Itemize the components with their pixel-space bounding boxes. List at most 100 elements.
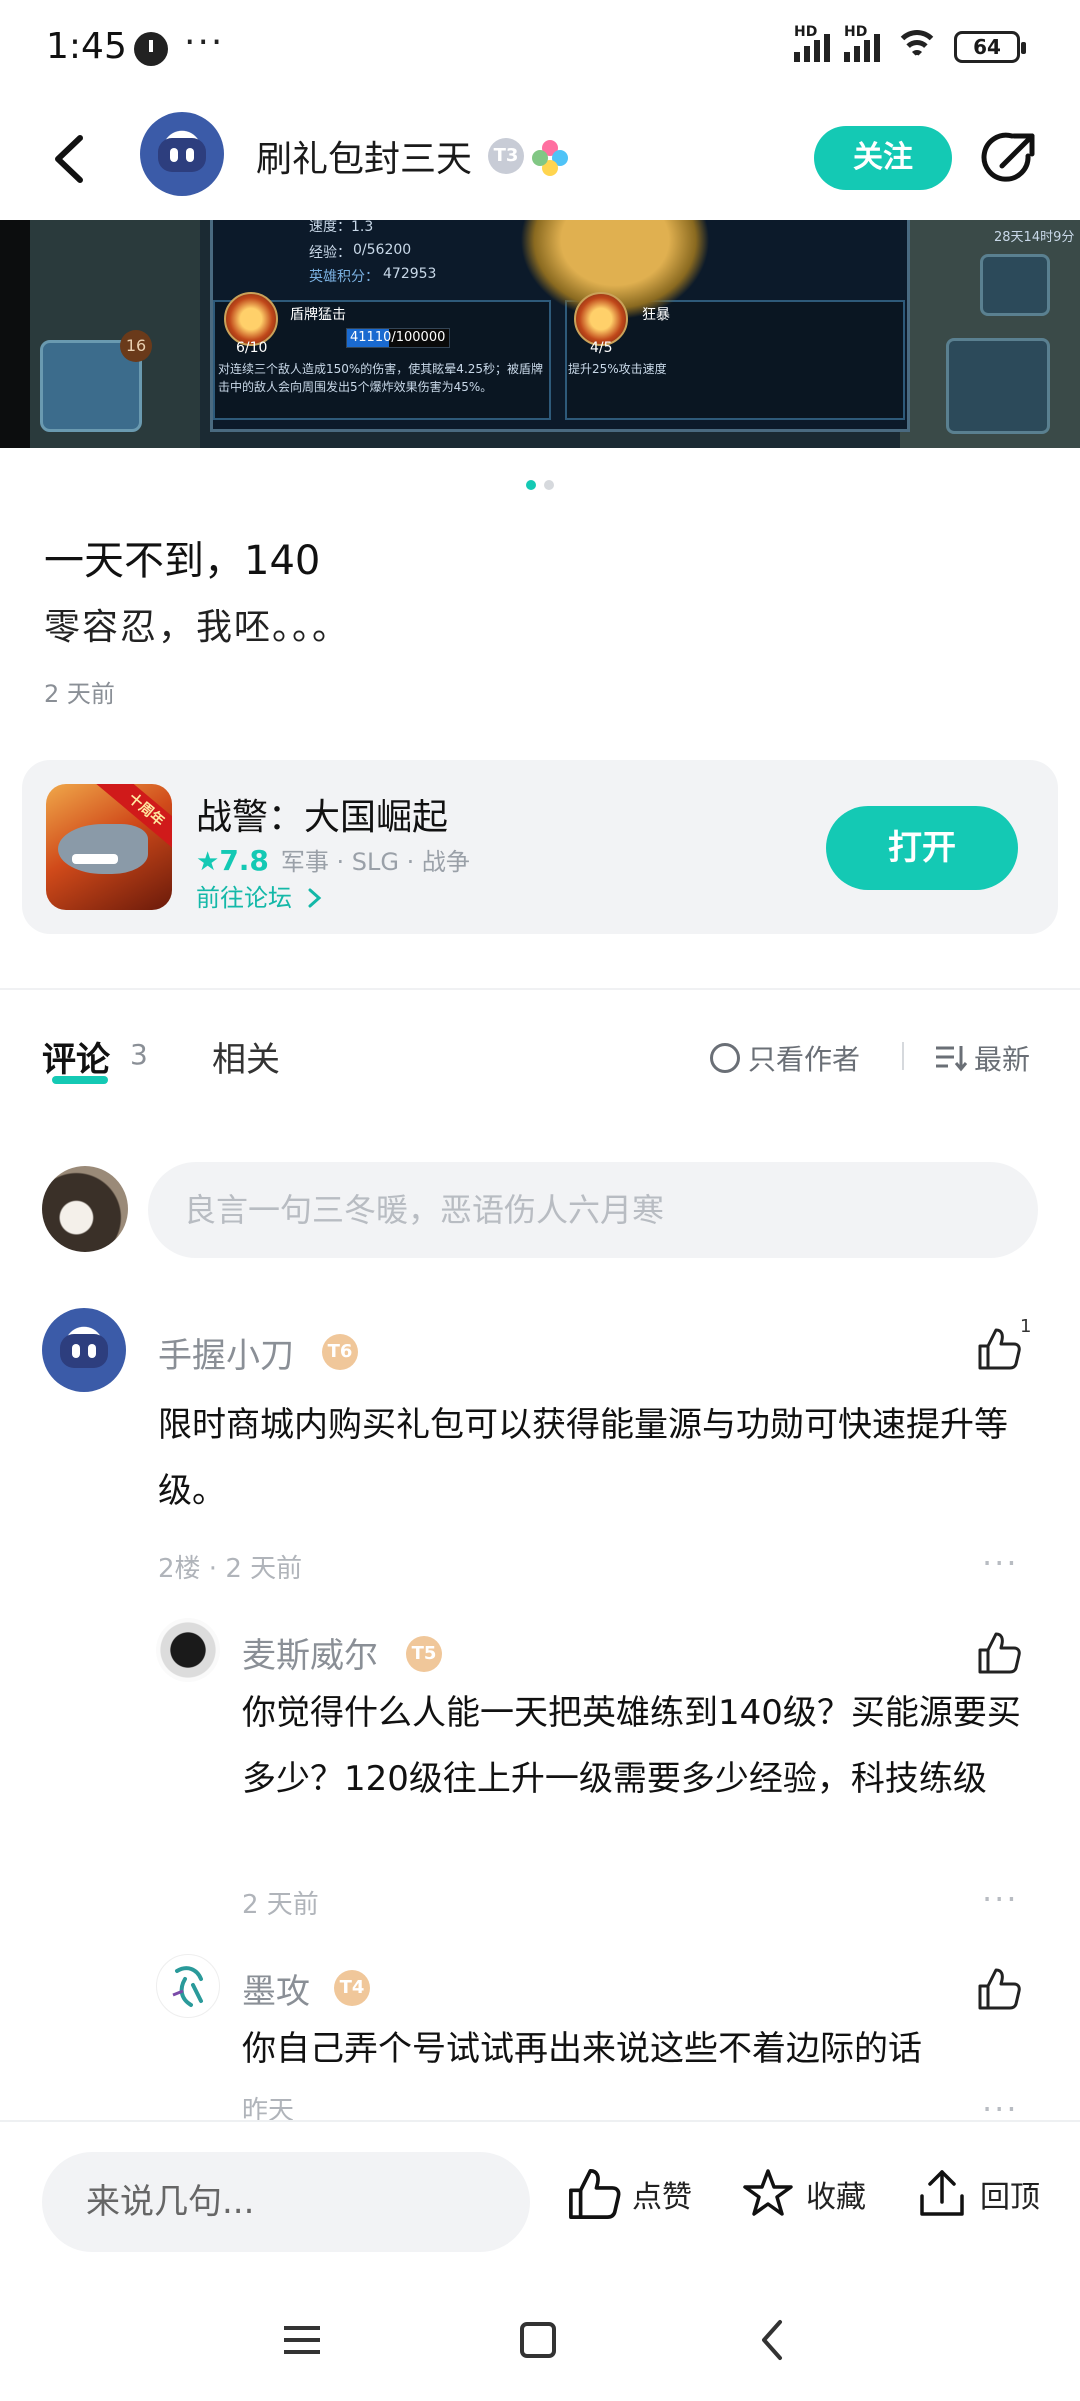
game-name[interactable]: 战警：大国崛起 [196,788,448,840]
filter-separator [902,1042,904,1070]
post-image[interactable]: 16 速度：1.3 经验： 0/56200 英雄积分： 472953 盾牌猛击 … [0,220,1080,448]
event-timer: 28天14时9分 [994,230,1075,245]
upload-arrow-icon [920,2170,964,2216]
comment-meta: 2楼 · 2 天前 [158,1554,303,1584]
like-icon[interactable] [976,1966,1022,2012]
level-badge: T3 [488,138,524,174]
tab-active-indicator [52,1076,108,1084]
screen-record-icon [134,32,168,66]
section-divider [0,988,1080,990]
flower-icon [532,140,568,176]
favorite-label: 收藏 [806,2180,866,2215]
reply-name[interactable]: 麦斯威尔 [242,1628,378,1677]
signal-icon-2: HD [844,24,880,62]
reply-name[interactable]: 墨攻 [242,1964,310,2013]
author-avatar[interactable] [140,112,224,196]
post-header: 刷礼包封三天 T3 关注 [0,98,1080,220]
like-count: 1 [1020,1316,1032,1337]
chevron-right-icon [308,888,321,908]
hero-points-value: 472953 [383,266,437,282]
game-score: 7.8 [219,844,269,877]
ink-logo-icon [172,1966,203,2007]
exp-value: 0/56200 [353,242,412,258]
post-body: 零容忍，我呸。。。 [44,607,351,648]
like-icon[interactable] [976,1630,1022,1676]
menu-icon[interactable] [272,2310,332,2370]
thumb-up-icon [569,2169,621,2219]
reply-level-badge: T4 [334,1970,370,2006]
back-to-top-button[interactable]: 回顶 [914,2166,1040,2222]
skill2-name: 狂暴 [642,307,670,323]
sort-label: 最新 [974,1043,1031,1076]
reply-avatar[interactable] [156,1954,220,2018]
game-card[interactable]: 十周年 战警：大国崛起 ★7.8 军事 · SLG · 战争 前往论坛 打开 [22,760,1058,934]
settings-gear-icon [980,254,1050,316]
reply-text: 你觉得什么人能一天把英雄练到140级？买能源要买多少？120级往上升一级需要多少… [242,1693,1021,1799]
skill2-level: 4/5 [590,340,613,356]
radio-circle-icon [710,1043,740,1073]
back-icon[interactable] [744,2310,804,2370]
skill1-desc-2: 击中的敌人会向周围发出5个爆炸效果伤害为45%。 [218,380,493,394]
reply-input[interactable]: 来说几句... [42,2152,530,2252]
sort-button[interactable]: 最新 [934,1038,1030,1078]
comments-count: 3 [130,1038,148,1071]
tab-related[interactable]: 相关 [212,1032,280,1081]
status-more-indicator: ··· [184,22,225,63]
hero-points-label: 英雄积分： [309,269,379,285]
tab-comments[interactable]: 评论 [42,1032,110,1081]
reply-level-badge: T5 [406,1636,442,1672]
exp-label: 经验： [309,245,351,261]
sort-icon [936,1046,968,1072]
share-icon[interactable] [980,128,1040,188]
back-to-top-label: 回顶 [980,2180,1040,2215]
cart-badge: 16 [120,330,152,362]
skill-icon-shield [224,292,278,346]
skill1-desc: 对连续三个敌人造成150%的伤害，使其眩晕4.25秒；被盾牌 [218,362,544,376]
signal-icon-1: HD [794,24,830,62]
speed-text: 速度：1.3 [309,220,374,235]
more-options-icon[interactable]: ··· [982,1880,1019,1918]
system-nav-bar [0,2280,1080,2401]
battle-icon [946,338,1050,434]
reply-avatar[interactable] [156,1618,220,1682]
more-options-icon[interactable]: ··· [982,1544,1019,1582]
filter-author-label: 只看作者 [748,1043,861,1076]
commenter-level-badge: T6 [322,1334,358,1370]
skill-icon-rage [574,292,628,346]
carousel-dot-1 [526,480,536,490]
forum-link[interactable]: 前往论坛 [196,878,324,913]
commenter-name[interactable]: 手握小刀 [158,1328,294,1377]
skill1-name: 盾牌猛击 [290,307,346,323]
back-arrow-icon[interactable] [50,132,90,186]
like-button[interactable]: 点赞 [566,2166,692,2222]
like-label: 点赞 [632,2180,692,2215]
post-time: 2 天前 [44,680,115,708]
wifi-icon [894,30,940,64]
home-icon[interactable] [508,2310,568,2370]
status-icons: HD HD 64 [794,24,1026,64]
author-name[interactable]: 刷礼包封三天 [256,130,472,182]
skill2-desc: 提升25%攻击速度 [568,362,667,376]
filter-author-toggle[interactable]: 只看作者 [710,1038,860,1078]
skill1-level: 6/10 [236,340,268,356]
open-game-button[interactable]: 打开 [826,806,1018,890]
commenter-avatar[interactable] [42,1308,126,1392]
game-tags: 军事 · SLG · 战争 [280,848,470,876]
comment-input[interactable]: 良言一句三冬暖，恶语伤人六月寒 [148,1162,1038,1258]
reply-meta: 2 天前 [242,1890,319,1920]
status-time: 1:45 [46,26,127,67]
favorite-button[interactable]: 收藏 [740,2166,866,2222]
carousel-dot-2 [544,480,554,490]
skill1-progress-text: 41110/100000 [350,330,446,345]
my-avatar [42,1166,128,1252]
like-icon[interactable] [976,1326,1022,1372]
follow-button[interactable]: 关注 [814,126,952,190]
forum-link-label: 前往论坛 [196,884,292,912]
star-icon: ★ [196,847,220,877]
game-meta: ★7.8 军事 · SLG · 战争 [196,842,470,877]
carousel-indicator [0,480,1080,490]
comment-text: 限时商城内购买礼包可以获得能量源与功勋可快速提升等级。 [158,1405,1008,1511]
post-title: 一天不到，140 [44,538,321,584]
bottom-action-bar: 来说几句... 点赞 收藏 回顶 [0,2120,1080,2280]
game-icon[interactable]: 十周年 [46,784,172,910]
